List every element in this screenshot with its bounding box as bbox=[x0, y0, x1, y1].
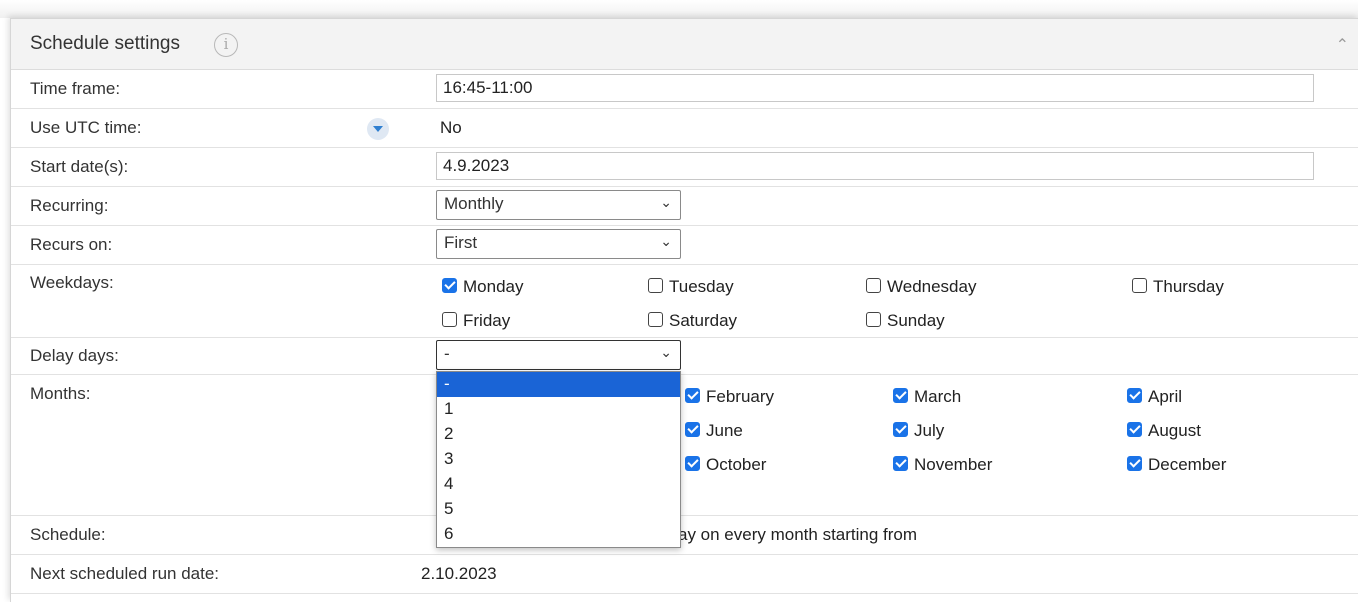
time-frame-label: Time frame: bbox=[30, 79, 121, 98]
checkbox-checked-icon[interactable] bbox=[1127, 456, 1142, 471]
chevron-down-icon: ⌄ bbox=[660, 194, 672, 210]
checkbox-label: Sunday bbox=[887, 311, 945, 330]
checkbox-sunday[interactable]: Sunday bbox=[866, 311, 945, 331]
checkbox-label: Tuesday bbox=[669, 277, 734, 296]
row-delay-days: Delay days: - ⌄ bbox=[11, 338, 1358, 375]
weekdays-label: Weekdays: bbox=[30, 273, 114, 292]
checkbox-label: February bbox=[706, 387, 775, 406]
checkbox-label: December bbox=[1148, 455, 1227, 474]
checkbox-november[interactable]: November bbox=[893, 455, 992, 475]
next-run-value: 2.10.2023 bbox=[421, 564, 497, 583]
checkbox-saturday[interactable]: Saturday bbox=[648, 311, 737, 331]
checkbox-checked-icon[interactable] bbox=[893, 456, 908, 471]
panel-header[interactable]: Schedule settings i ⌃ bbox=[11, 19, 1358, 70]
top-shade bbox=[0, 0, 1358, 18]
chevron-down-icon: ⌄ bbox=[660, 233, 672, 249]
checkbox-checked-icon[interactable] bbox=[685, 388, 700, 403]
recurring-select-value: Monthly bbox=[444, 194, 504, 213]
dropdown-option[interactable]: 1 bbox=[437, 397, 680, 422]
delay-days-select-value: - bbox=[444, 344, 450, 363]
dropdown-toggle-icon[interactable] bbox=[367, 118, 389, 140]
checkbox-checked-icon[interactable] bbox=[685, 456, 700, 471]
schedule-description: ay on every month starting from bbox=[678, 525, 918, 544]
start-date-label: Start date(s): bbox=[30, 157, 129, 176]
next-run-label: Next scheduled run date: bbox=[30, 564, 220, 583]
checkbox-label: April bbox=[1148, 387, 1183, 406]
checkbox-label: Wednesday bbox=[887, 277, 977, 296]
checkbox-icon[interactable] bbox=[866, 278, 881, 293]
info-icon[interactable]: i bbox=[214, 33, 238, 57]
time-frame-input[interactable]: 16:45-11:00 bbox=[436, 74, 1314, 102]
dropdown-option[interactable]: 6 bbox=[437, 522, 680, 547]
checkbox-checked-icon[interactable] bbox=[1127, 422, 1142, 437]
schedule-label: Schedule: bbox=[30, 525, 106, 544]
checkbox-icon[interactable] bbox=[648, 312, 663, 327]
chevron-up-icon[interactable]: ⌃ bbox=[1336, 35, 1349, 55]
row-start-date: Start date(s): 4.9.2023 bbox=[11, 148, 1358, 187]
checkbox-wednesday[interactable]: Wednesday bbox=[866, 277, 976, 297]
checkbox-checked-icon[interactable] bbox=[893, 388, 908, 403]
dropdown-option[interactable]: 2 bbox=[437, 422, 680, 447]
checkbox-checked-icon[interactable] bbox=[685, 422, 700, 437]
dropdown-option[interactable]: - bbox=[437, 372, 680, 397]
recurring-label: Recurring: bbox=[30, 196, 109, 215]
dropdown-option[interactable]: 4 bbox=[437, 472, 680, 497]
checkbox-friday[interactable]: Friday bbox=[442, 311, 510, 331]
row-schedule: Schedule: ay on every month starting fro… bbox=[11, 516, 1358, 555]
use-utc-label: Use UTC time: bbox=[30, 118, 142, 137]
checkbox-october[interactable]: October bbox=[685, 455, 766, 475]
row-months: Months: February March April June July A… bbox=[11, 375, 1358, 516]
checkbox-thursday[interactable]: Thursday bbox=[1132, 277, 1224, 297]
checkbox-label: March bbox=[914, 387, 962, 406]
row-use-utc: Use UTC time: No bbox=[11, 109, 1358, 148]
chevron-down-icon: ⌄ bbox=[660, 344, 672, 360]
recurs-on-select-value: First bbox=[444, 233, 478, 252]
use-utc-value: No bbox=[440, 118, 462, 137]
checkbox-august[interactable]: August bbox=[1127, 421, 1201, 441]
row-weekdays: Weekdays: Monday Tuesday Wednesday Thurs… bbox=[11, 265, 1358, 338]
checkbox-label: Saturday bbox=[669, 311, 738, 330]
row-time-frame: Time frame: 16:45-11:00 bbox=[11, 70, 1358, 109]
checkbox-label: Thursday bbox=[1153, 277, 1224, 296]
checkbox-checked-icon[interactable] bbox=[893, 422, 908, 437]
checkbox-checked-icon[interactable] bbox=[1127, 388, 1142, 403]
delay-days-dropdown-list[interactable]: - 1 2 3 4 5 6 bbox=[436, 371, 681, 548]
checkbox-label: October bbox=[706, 455, 767, 474]
checkbox-february[interactable]: February bbox=[685, 387, 774, 407]
panel-title: Schedule settings bbox=[30, 33, 180, 54]
row-recurs-on: Recurs on: First ⌄ bbox=[11, 226, 1358, 265]
checkbox-checked-icon[interactable] bbox=[442, 278, 457, 293]
start-date-input[interactable]: 4.9.2023 bbox=[436, 152, 1314, 180]
dropdown-option[interactable]: 5 bbox=[437, 497, 680, 522]
recurs-on-select[interactable]: First ⌄ bbox=[436, 229, 681, 259]
checkbox-june[interactable]: June bbox=[685, 421, 743, 441]
checkbox-icon[interactable] bbox=[648, 278, 663, 293]
months-label: Months: bbox=[30, 384, 91, 403]
checkbox-monday[interactable]: Monday bbox=[442, 277, 523, 297]
checkbox-label: November bbox=[914, 455, 993, 474]
checkbox-label: Monday bbox=[463, 277, 524, 296]
row-next-run: Next scheduled run date: 2.10.2023 bbox=[11, 555, 1358, 594]
checkbox-label: June bbox=[706, 421, 743, 440]
checkbox-icon[interactable] bbox=[866, 312, 881, 327]
dropdown-option[interactable]: 3 bbox=[437, 447, 680, 472]
checkbox-icon[interactable] bbox=[442, 312, 457, 327]
checkbox-march[interactable]: March bbox=[893, 387, 961, 407]
delay-days-label: Delay days: bbox=[30, 346, 119, 365]
schedule-settings-panel: Schedule settings i ⌃ Time frame: 16:45-… bbox=[10, 18, 1358, 602]
checkbox-april[interactable]: April bbox=[1127, 387, 1182, 407]
checkbox-label: July bbox=[914, 421, 945, 440]
row-recurring: Recurring: Monthly ⌄ bbox=[11, 187, 1358, 226]
checkbox-label: Friday bbox=[463, 311, 511, 330]
recurring-select[interactable]: Monthly ⌄ bbox=[436, 190, 681, 220]
checkbox-label: August bbox=[1148, 421, 1201, 440]
delay-days-select[interactable]: - ⌄ bbox=[436, 340, 681, 370]
checkbox-july[interactable]: July bbox=[893, 421, 944, 441]
checkbox-tuesday[interactable]: Tuesday bbox=[648, 277, 734, 297]
checkbox-december[interactable]: December bbox=[1127, 455, 1226, 475]
recurs-on-label: Recurs on: bbox=[30, 235, 113, 254]
checkbox-icon[interactable] bbox=[1132, 278, 1147, 293]
